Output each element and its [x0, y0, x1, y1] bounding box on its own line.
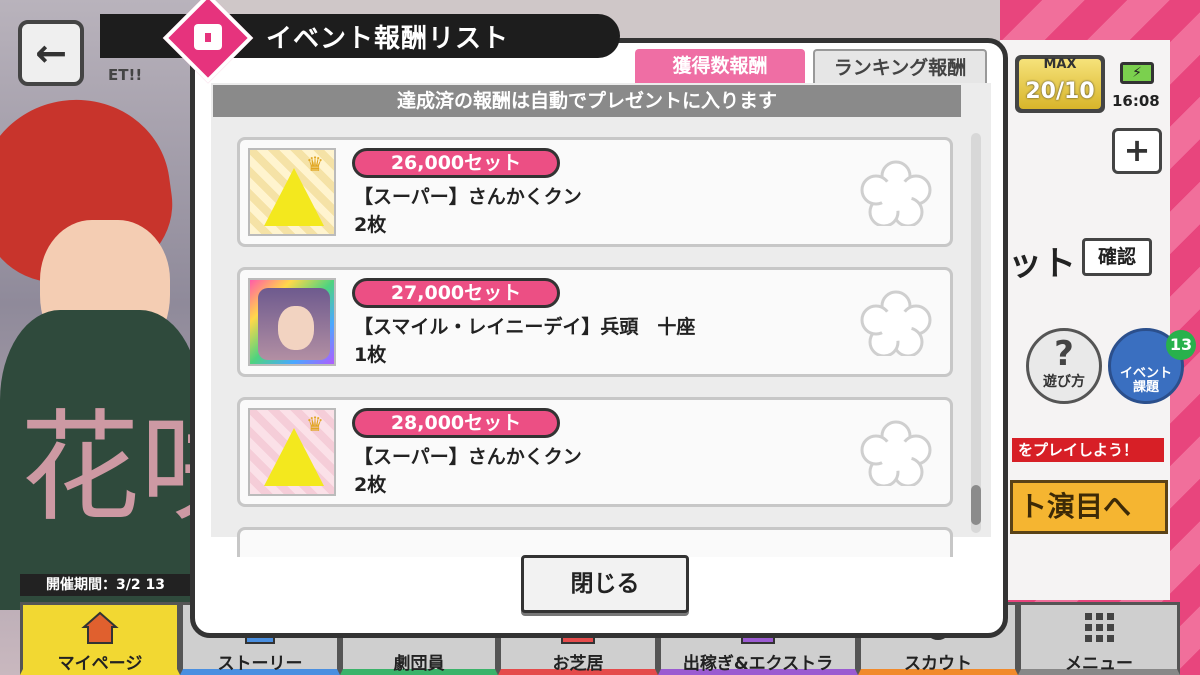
- character-portrait: [258, 288, 330, 360]
- close-button[interactable]: 閉じる: [521, 555, 689, 613]
- reward-quantity: 2枚: [354, 214, 387, 236]
- nav-menu[interactable]: メニュー: [1018, 602, 1180, 675]
- nav-label: メニュー: [1065, 654, 1133, 674]
- reward-list-modal: 獲得数報酬 ランキング報酬 達成済の報酬は自動でプレゼントに入ります ♛ 26,…: [190, 38, 1008, 638]
- reward-card: ♛ 26,000セット 【スーパー】さんかくクン 2枚: [237, 137, 953, 247]
- stamina-max-label: MAX: [1043, 57, 1077, 72]
- help-button[interactable]: ? 遊び方: [1026, 328, 1102, 404]
- reward-quantity: 2枚: [354, 474, 387, 496]
- reward-thumbnail: ♛: [248, 148, 336, 236]
- add-stamina-button[interactable]: +: [1112, 128, 1162, 174]
- event-short-label: ET!!: [108, 66, 143, 84]
- confirm-button[interactable]: 確認: [1082, 238, 1152, 276]
- nav-label: スカウト: [904, 654, 972, 674]
- modal-title: イベント報酬リスト: [266, 24, 510, 54]
- play-prompt-banner: をプレイしよう！: [1012, 438, 1164, 462]
- nav-mypage[interactable]: マイページ: [20, 602, 180, 675]
- reward-thumbnail: [248, 278, 336, 366]
- reward-name: 【スーパー】さんかくクン: [354, 186, 582, 208]
- portrait-face: [278, 306, 314, 350]
- unclaimed-flower-icon: [860, 160, 932, 226]
- back-button[interactable]: ←: [18, 20, 84, 86]
- event-period: 開催期間：3/2 13: [20, 574, 200, 596]
- nav-label: お芝居: [552, 654, 604, 674]
- stamina-box: MAX 20/10: [1015, 55, 1105, 113]
- reward-threshold: 27,000セット: [352, 278, 560, 308]
- stamina-timer: 16:08: [1112, 92, 1160, 110]
- nav-label: 出稼ぎ&エクストラ: [682, 654, 834, 674]
- reward-card: 27,000セット 【スマイル・レイニーデイ】兵頭 十座 1枚: [237, 267, 953, 377]
- nav-label: マイページ: [57, 654, 143, 674]
- sankaku-kun-icon: [264, 168, 324, 226]
- event-task-label: イベント 課題: [1119, 366, 1172, 395]
- treasure-chest-icon: [194, 24, 222, 50]
- task-count-badge: 13: [1166, 330, 1196, 360]
- auto-present-notice: 達成済の報酬は自動でプレゼントに入ります: [213, 85, 961, 117]
- reward-name: 【スマイル・レイニーデイ】兵頭 十座: [354, 316, 696, 338]
- go-perform-button[interactable]: ト演目へ: [1010, 480, 1168, 534]
- reward-thumbnail: ♛: [248, 408, 336, 496]
- reward-threshold: 26,000セット: [352, 148, 560, 178]
- reward-card-partial: [237, 527, 953, 557]
- unclaimed-flower-icon: [860, 290, 932, 356]
- tab-count-rewards[interactable]: 獲得数報酬: [635, 49, 805, 83]
- nav-label: 劇団員: [393, 654, 445, 674]
- stamina-value: 20/10: [1025, 79, 1095, 104]
- battery-charging-icon: ⚡: [1120, 62, 1154, 84]
- menu-grid-icon: [1085, 613, 1114, 642]
- nav-label: ストーリー: [217, 654, 303, 674]
- crown-icon: ♛: [306, 412, 324, 436]
- arrow-left-icon: ←: [35, 31, 67, 75]
- reward-card: ♛ 28,000セット 【スーパー】さんかくクン 2枚: [237, 397, 953, 507]
- sankaku-kun-icon: [264, 428, 324, 486]
- help-label: 遊び方: [1043, 374, 1085, 390]
- home-icon: [81, 611, 119, 644]
- reward-quantity: 1枚: [354, 344, 387, 366]
- reward-threshold: 28,000セット: [352, 408, 560, 438]
- reward-list-scrollbar[interactable]: [971, 133, 981, 533]
- tab-ranking-rewards[interactable]: ランキング報酬: [813, 49, 987, 83]
- set-count-text: ット: [1008, 244, 1076, 284]
- reward-name: 【スーパー】さんかくクン: [354, 446, 582, 468]
- scrollbar-thumb[interactable]: [971, 485, 981, 525]
- crown-icon: ♛: [306, 152, 324, 176]
- unclaimed-flower-icon: [860, 420, 932, 486]
